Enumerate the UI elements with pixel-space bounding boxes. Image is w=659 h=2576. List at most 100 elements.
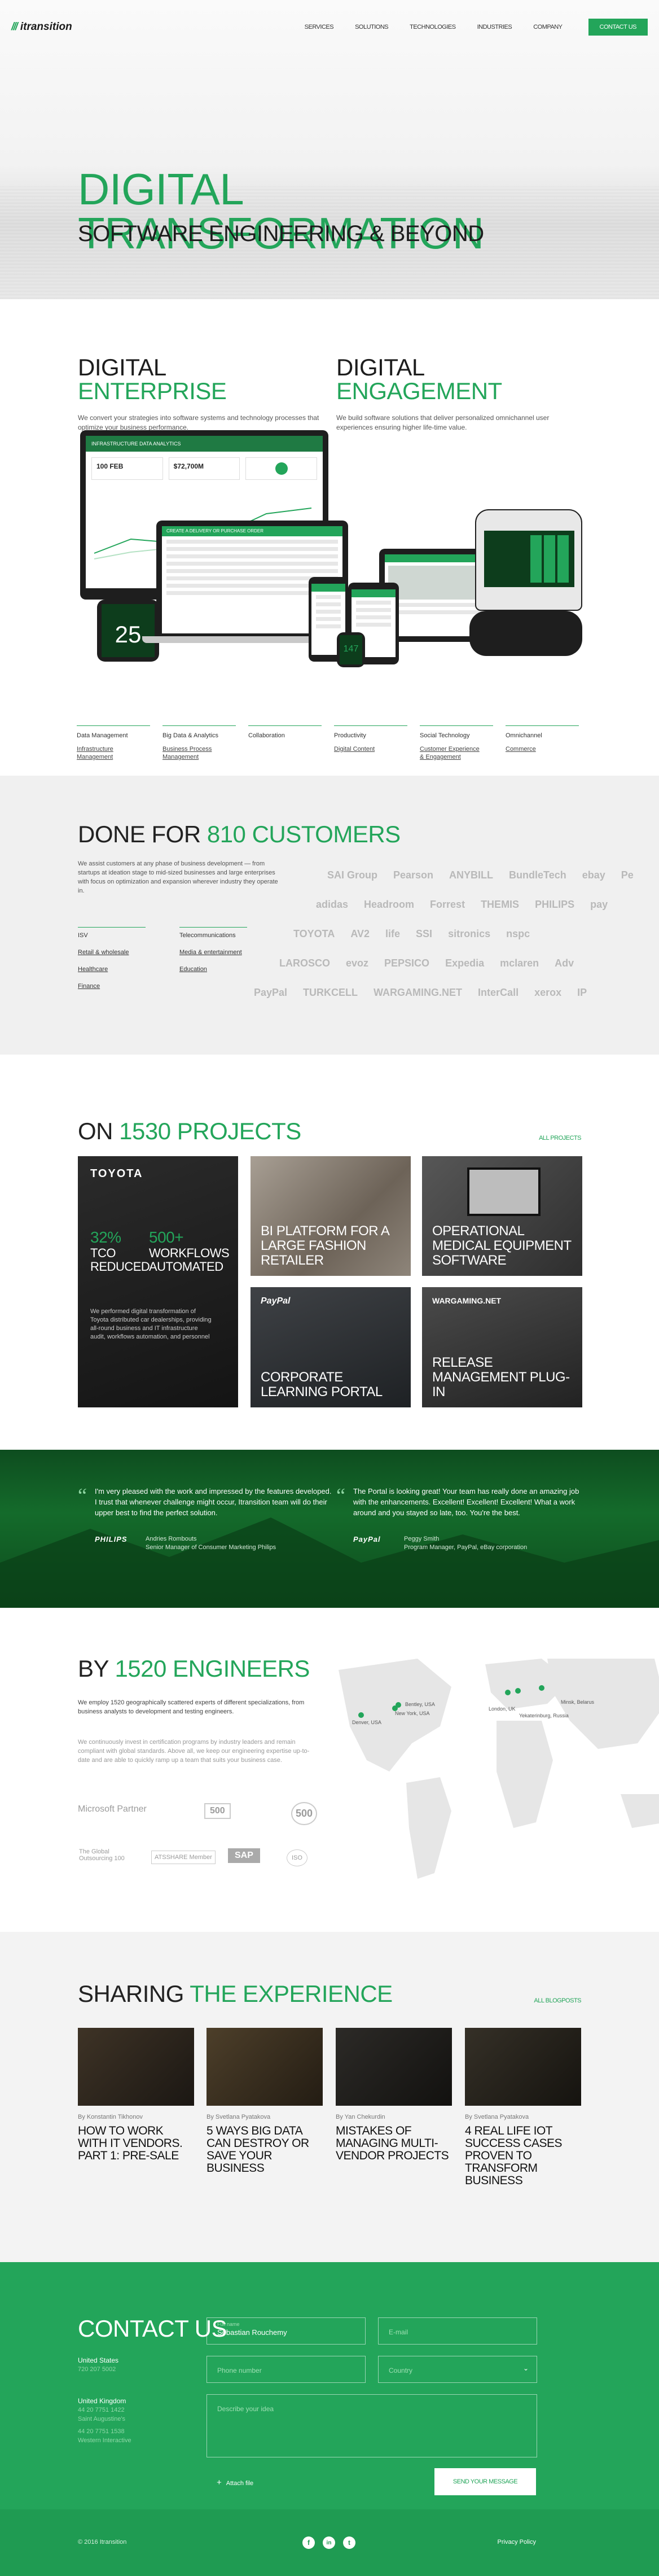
office-country: United Kingdom (78, 2397, 126, 2405)
twitter-icon[interactable]: t (343, 2536, 355, 2549)
logo-row: LAROSCO evoz PEPSICO Expedia mclaren Adv (254, 948, 659, 978)
customers-heading: DONE FOR 810 CUSTOMERS (78, 821, 401, 848)
nav-services[interactable]: SERVICES (305, 24, 334, 30)
logo-row: TOYOTA AV2 life SSI sitronics nspc (254, 919, 659, 948)
nav-company[interactable]: COMPANY (533, 24, 563, 30)
project-card[interactable]: OPERATIONAL MEDICAL EQUIPMENT SOFTWARE (422, 1156, 582, 1276)
office-label: Minsk, Belarus (561, 1699, 595, 1705)
select-value: Country (389, 2367, 413, 2374)
nav-technologies[interactable]: TECHNOLOGIES (410, 24, 456, 30)
send-message-button[interactable]: SEND YOUR MESSAGE (434, 2468, 536, 2495)
office-label: London, UK (489, 1706, 516, 1712)
client-logos: SAI Group Pearson ANYBILL BundleTech ebay Pe … (254, 860, 659, 1007)
heading-word: ON (78, 1118, 113, 1144)
engagement-heading: DIGITAL ENGAGEMENT (336, 356, 573, 403)
partner-logo: The Global Outsourcing 100 (79, 1848, 125, 1862)
projects-section: ON 1530 PROJECTS ALL PROJECTS TOYOTA 32%… (0, 1055, 659, 1450)
engineers-section: BY 1520 ENGINEERS Denver, USA New York, … (0, 1608, 659, 1932)
author-role: Senior Manager of Consumer Marketing Phi… (146, 1544, 276, 1551)
engineers-heading: BY 1520 ENGINEERS (78, 1655, 310, 1682)
idea-textarea[interactable]: Describe your idea (207, 2394, 537, 2457)
quote-mark-icon: “ (78, 1484, 87, 1507)
client-logo: adidas (316, 898, 349, 910)
logo[interactable]: /// itransition (11, 21, 72, 33)
office-phone: 44 20 7751 1422 (78, 2407, 125, 2413)
stat-label: TCO REDUCED (90, 1246, 150, 1274)
all-projects-link[interactable]: ALL PROJECTS (539, 1135, 581, 1142)
enterprise-block: DIGITAL ENTERPRISE We convert your strat… (78, 356, 319, 432)
privacy-policy-link[interactable]: Privacy Policy (498, 2539, 536, 2546)
industry-link[interactable]: Retail & wholesale (78, 949, 146, 956)
testimonial: “ I'm very pleased with the work and imp… (78, 1484, 332, 1552)
project-card[interactable]: BI PLATFORM FOR A LARGE FASHION RETAILER (251, 1156, 411, 1276)
client-logo: InterCall (478, 986, 519, 998)
office-pin-icon[interactable] (515, 1688, 521, 1694)
office-pin-icon[interactable] (396, 1702, 401, 1708)
industry-link[interactable]: Finance (78, 983, 146, 990)
full-name-field[interactable]: Full name Sebastian Rouchemy (207, 2317, 366, 2345)
blog-post[interactable]: By Svetlana Pyatakova 4 REAL LIFE IOT SUC… (465, 2028, 581, 2187)
email-field[interactable]: E-mail (378, 2317, 537, 2345)
industry-link[interactable]: Telecommunications (179, 927, 247, 939)
partner-logo: 500 (291, 1802, 318, 1825)
partner-logo: SAP (228, 1848, 260, 1863)
capability-link[interactable]: Commerce (506, 745, 579, 753)
plus-icon: + (217, 2478, 222, 2487)
facebook-icon[interactable]: f (302, 2536, 315, 2549)
project-card[interactable]: WARGAMING.NET RELEASE MANAGEMENT PLUG-IN (422, 1287, 582, 1407)
contact-us-button[interactable]: CONTACT US (588, 19, 648, 36)
post-title[interactable]: HOW TO WORK WITH IT VENDORS. PART 1: PRE… (78, 2125, 194, 2162)
industry-link[interactable]: Healthcare (78, 966, 146, 973)
post-title[interactable]: 5 WAYS BIG DATA CAN DESTROY OR SAVE YOUR… (207, 2125, 323, 2175)
attach-file-button[interactable]: + Attach file (217, 2478, 253, 2487)
attach-label: Attach file (226, 2480, 254, 2487)
post-title[interactable]: MISTAKES OF MANAGING MULTI-VENDOR PROJEC… (336, 2125, 452, 2162)
digital-section: DIGITAL ENTERPRISE We convert your strat… (0, 299, 659, 776)
heading-word: DIGITAL (336, 354, 424, 381)
client-logo: LAROSCO (279, 957, 330, 969)
post-title[interactable]: 4 REAL LIFE IOT SUCCESS CASES PROVEN TO … (465, 2125, 581, 2187)
capability-label: Big Data & Analytics (162, 732, 219, 739)
industry-link[interactable]: ISV (78, 927, 146, 939)
stat-value: 32% (90, 1228, 121, 1246)
nav-industries[interactable]: INDUSTRIES (477, 24, 512, 30)
thermostat-device: 25 (97, 600, 159, 662)
blog-post[interactable]: By Svetlana Pyatakova 5 WAYS BIG DATA CAN… (207, 2028, 323, 2175)
linkedin-icon[interactable]: in (323, 2536, 335, 2549)
client-logo: SAI Group (327, 869, 377, 881)
capability-link[interactable]: Digital Content (334, 745, 407, 753)
office-pin-icon[interactable] (539, 1685, 544, 1691)
kpi-card: 100 FEB (91, 457, 163, 480)
heading-accent: 1520 ENGINEERS (115, 1655, 310, 1682)
phone-field[interactable]: Phone number (207, 2356, 366, 2383)
project-card[interactable]: PayPal CORPORATE LEARNING PORTAL (251, 1287, 411, 1407)
industry-link[interactable]: Media & entertainment (179, 949, 247, 956)
office-label: Denver, USA (352, 1720, 382, 1725)
capability-link[interactable]: Business Process Management (162, 745, 236, 761)
all-blogposts-link[interactable]: ALL BLOGPOSTS (534, 1997, 581, 2004)
vr-headset (469, 611, 582, 656)
enterprise-text: We convert your strategies into software… (78, 414, 319, 431)
world-map (339, 1659, 659, 1879)
blog-post[interactable]: By Konstantin Tikhonov HOW TO WORK WITH I… (78, 2028, 194, 2162)
country-select[interactable]: Country ⌄ (378, 2356, 537, 2383)
project-card-toyota[interactable]: TOYOTA 32% TCO REDUCED 500+ WORKFLOWS AU… (78, 1156, 238, 1407)
office-address: Western Interactive (78, 2437, 131, 2444)
capability-link[interactable]: Infrastructure Management (77, 745, 150, 761)
client-logo: mclaren (500, 957, 539, 969)
capability-link[interactable]: Customer Experience & Engagement (420, 745, 493, 761)
nav-solutions[interactable]: SOLUTIONS (355, 24, 389, 30)
engineers-text-2: We continuously invest in certification … (78, 1739, 310, 1764)
contact-section: CONTACT US United States 720 207 5002 Uni… (0, 2262, 659, 2509)
client-logo: PHILIPS (535, 898, 575, 910)
office-pin-icon[interactable] (358, 1712, 364, 1718)
client-logo: PHILIPS (95, 1535, 128, 1543)
office-label: New York, USA (395, 1711, 430, 1716)
office-uk-2: 44 20 7751 1538 Western Interactive (78, 2427, 131, 2445)
pos-terminal (475, 509, 582, 611)
capability-label: Collaboration (248, 732, 285, 739)
industry-link[interactable]: Education (179, 966, 247, 973)
blog-post[interactable]: By Yan Chekurdin MISTAKES OF MANAGING MUL… (336, 2028, 452, 2162)
post-image (465, 2028, 581, 2106)
office-pin-icon[interactable] (505, 1690, 511, 1695)
